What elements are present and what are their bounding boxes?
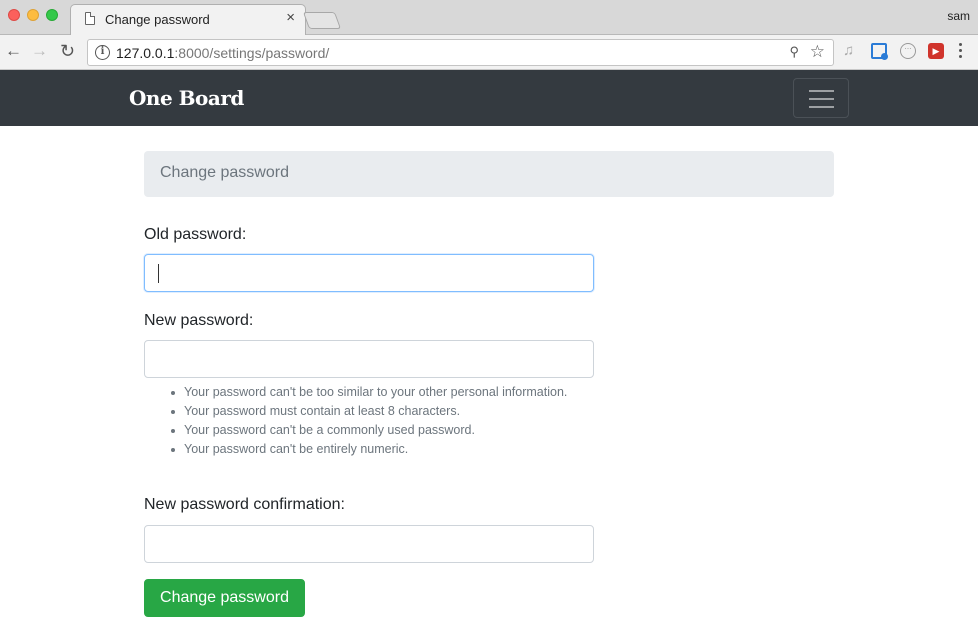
- help-item: Your password can't be too similar to yo…: [171, 383, 584, 402]
- breadcrumb: Change password: [144, 151, 834, 197]
- confirm-password-label: New password confirmation:: [144, 496, 345, 513]
- brand-logo[interactable]: One Board: [129, 86, 244, 110]
- url-host: 127.0.0.1: [116, 45, 175, 61]
- password-help-list: Your password can't be too similar to yo…: [171, 383, 584, 459]
- site-navbar: One Board: [0, 70, 978, 126]
- new-password-label: New password:: [144, 312, 254, 329]
- tab-title: Change password: [105, 12, 210, 27]
- confirm-password-field[interactable]: [144, 525, 594, 563]
- navbar-toggler-button[interactable]: [793, 78, 849, 118]
- circle-extension-icon[interactable]: ⋯: [900, 43, 916, 59]
- cast-icon[interactable]: [871, 43, 888, 60]
- browser-toolbar: ← → ↻ i 127.0.0.1:8000/settings/password…: [0, 35, 978, 70]
- url-text[interactable]: 127.0.0.1:8000/settings/password/: [116, 45, 329, 61]
- text-caret: [158, 264, 159, 283]
- info-icon[interactable]: i: [95, 45, 110, 60]
- help-item: Your password can't be entirely numeric.: [171, 440, 584, 459]
- tab-close-icon[interactable]: ×: [286, 9, 295, 26]
- new-tab-button[interactable]: [302, 12, 342, 29]
- back-button[interactable]: ←: [5, 41, 22, 61]
- red-extension-icon[interactable]: ▶: [928, 43, 944, 59]
- forward-button[interactable]: →: [31, 41, 48, 61]
- profile-name[interactable]: sam: [947, 9, 970, 23]
- help-item: Your password can't be a commonly used p…: [171, 421, 584, 440]
- music-icon[interactable]: ♫: [843, 43, 859, 59]
- new-password-field[interactable]: [144, 340, 594, 378]
- address-bar[interactable]: i 127.0.0.1:8000/settings/password/ ⚲ ☆: [87, 39, 834, 66]
- hamburger-icon: [809, 90, 834, 92]
- reload-button[interactable]: ↻: [60, 41, 75, 61]
- maximize-window-button[interactable]: [46, 9, 58, 21]
- old-password-label: Old password:: [144, 226, 247, 243]
- url-path: :8000/settings/password/: [174, 45, 330, 61]
- menu-icon[interactable]: [959, 43, 963, 61]
- star-icon[interactable]: ☆: [810, 42, 825, 62]
- key-icon[interactable]: ⚲: [789, 44, 799, 60]
- old-password-field[interactable]: [144, 254, 594, 292]
- change-password-button[interactable]: Change password: [144, 579, 305, 617]
- help-item: Your password must contain at least 8 ch…: [171, 402, 584, 421]
- close-window-button[interactable]: [8, 9, 20, 21]
- minimize-window-button[interactable]: [27, 9, 39, 21]
- breadcrumb-current: Change password: [160, 164, 289, 181]
- doc-icon: [85, 12, 95, 25]
- browser-tab-active[interactable]: Change password ×: [70, 4, 306, 36]
- browser-tabstrip: Change password × sam: [0, 0, 978, 36]
